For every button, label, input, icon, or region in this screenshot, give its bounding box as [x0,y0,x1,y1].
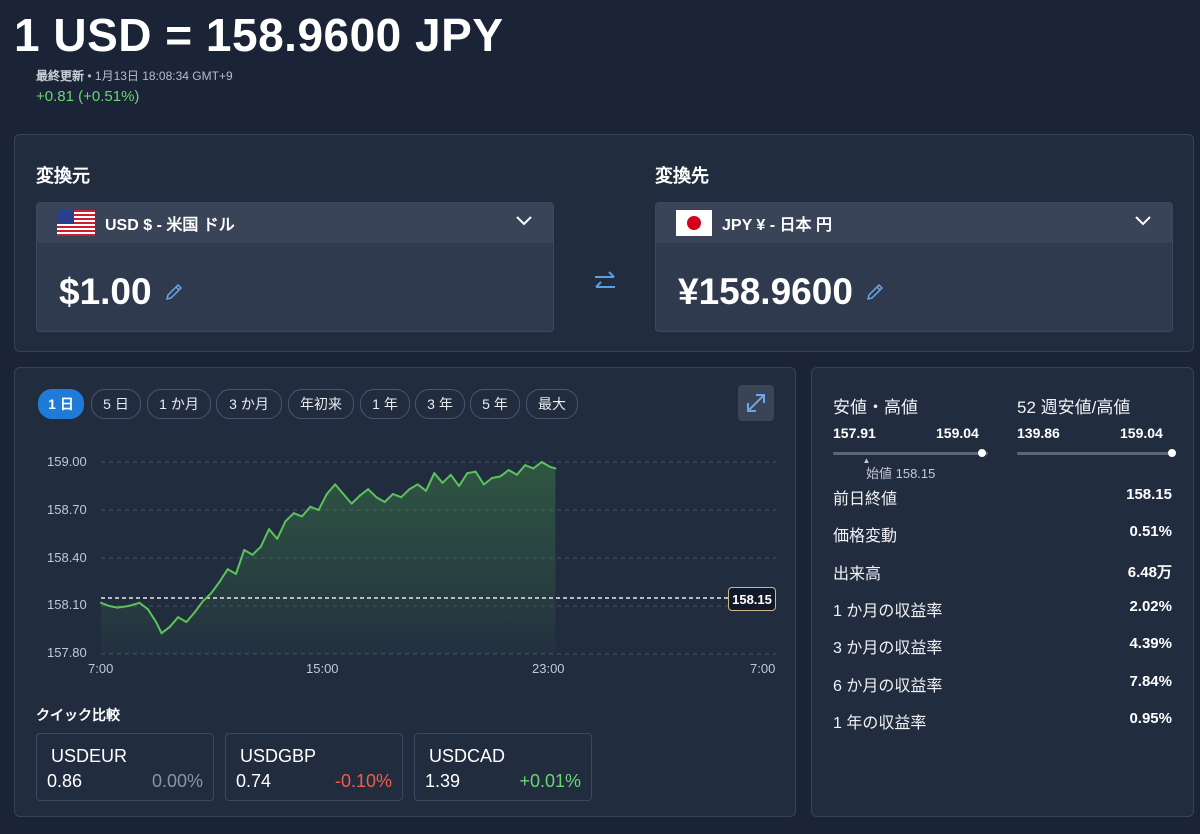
stat-value: 0.51% [1129,523,1172,540]
us-flag-icon [57,210,95,236]
range-max[interactable]: 最大 [526,389,578,419]
quick-compare-card[interactable]: USDEUR 0.86 0.00% [36,733,214,801]
quick-compare-card[interactable]: USDCAD 1.39 +0.01% [414,733,592,801]
week52-range-title: 52 週安値/高値 [1017,398,1131,417]
swap-icon[interactable] [592,268,618,296]
from-currency-name: USD $ - 米国 ドル [105,217,235,234]
compare-change: -0.10% [334,771,392,791]
expand-chart-button[interactable] [738,385,774,421]
to-label: 変換先 [655,166,709,186]
stat-value: 4.39% [1129,635,1172,652]
stat-label: 前日終値 [833,491,898,508]
open-price-label: 始値 158.15 [866,466,936,481]
last-updated-time: • 1月13日 18:08:34 GMT+9 [87,69,233,83]
range-ytd[interactable]: 年初来 [288,389,354,419]
chevron-down-icon [1135,216,1151,226]
rate-change: +0.81 (+0.51%) [36,88,140,105]
compare-symbol: USDGBP [240,746,317,766]
stat-label: 1 年の収益率 [833,715,927,732]
range-1y[interactable]: 1 年 [360,389,410,419]
range-5d[interactable]: 5 日 [91,389,141,419]
stat-value: 158.15 [1126,486,1172,503]
from-currency-box: USD $ - 米国 ドル $1.00 [36,202,554,332]
quick-compare-card[interactable]: USDGBP 0.74 -0.10% [225,733,403,801]
y-tick-label: 157.80 [47,645,87,660]
to-amount-field[interactable]: ¥158.9600 [678,271,885,313]
x-tick-label: 15:00 [306,661,339,676]
week52-low: 139.86 [1017,425,1060,441]
day-range-bar [833,452,988,455]
stat-value: 2.02% [1129,598,1172,615]
reference-badge: 158.15 [728,587,776,611]
from-amount-field[interactable]: $1.00 [59,271,184,313]
day-range-marker [977,449,986,457]
x-tick-label: 7:00 [750,661,776,676]
from-amount: $1.00 [59,271,152,312]
stat-label: 3 か月の収益率 [833,640,943,657]
y-tick-label: 158.70 [47,502,87,517]
y-tick-label: 158.10 [47,597,87,612]
y-tick-label: 158.40 [47,550,87,565]
compare-symbol: USDCAD [429,746,506,766]
x-tick-label: 23:00 [532,661,565,676]
chevron-down-icon [516,216,532,226]
from-label: 変換元 [36,166,90,186]
stat-value: 6.48万 [1127,564,1172,581]
expand-icon [747,394,765,412]
from-currency-select[interactable]: USD $ - 米国 ドル [37,203,553,243]
to-amount: ¥158.9600 [678,271,853,312]
stat-label: 1 か月の収益率 [833,603,943,620]
compare-value: 1.39 [425,771,461,791]
pencil-icon[interactable] [865,282,885,302]
range-5y[interactable]: 5 年 [470,389,520,419]
last-updated: 最終更新 • 1月13日 18:08:34 GMT+9 [36,67,233,84]
range-1m[interactable]: 1 か月 [147,389,211,419]
compare-value: 0.86 [47,771,83,791]
stat-label: 6 か月の収益率 [833,678,943,695]
stat-value: 7.84% [1129,673,1172,690]
quick-compare-title: クイック比較 [36,707,120,723]
week52-range-marker [1168,449,1176,457]
stat-label: 出来高 [833,566,882,583]
y-tick-label: 159.00 [47,454,87,469]
compare-change: +0.01% [519,771,581,791]
last-updated-label: 最終更新 [36,69,85,83]
to-currency-name: JPY ¥ - 日本 円 [722,217,832,234]
compare-change: 0.00% [151,771,203,791]
day-range-title: 安値・高値 [833,398,918,417]
stat-label: 価格変動 [833,528,898,545]
range-3y[interactable]: 3 年 [415,389,465,419]
day-high: 159.04 [936,425,979,441]
week52-high: 159.04 [1120,425,1163,441]
to-currency-box: JPY ¥ - 日本 円 ¥158.9600 [655,202,1173,332]
range-1d[interactable]: 1 日 [38,389,84,419]
pencil-icon[interactable] [164,282,184,302]
day-low: 157.91 [833,425,876,441]
compare-symbol: USDEUR [51,746,128,766]
jp-flag-icon [676,210,712,236]
compare-value: 0.74 [236,771,272,791]
range-3m[interactable]: 3 か月 [216,389,282,419]
stat-value: 0.95% [1129,710,1172,727]
exchange-rate-headline: 1 USD = 158.9600 JPY [14,9,504,61]
to-currency-select[interactable]: JPY ¥ - 日本 円 [656,203,1172,243]
week52-range-bar [1017,452,1172,455]
x-tick-label: 7:00 [88,661,114,676]
